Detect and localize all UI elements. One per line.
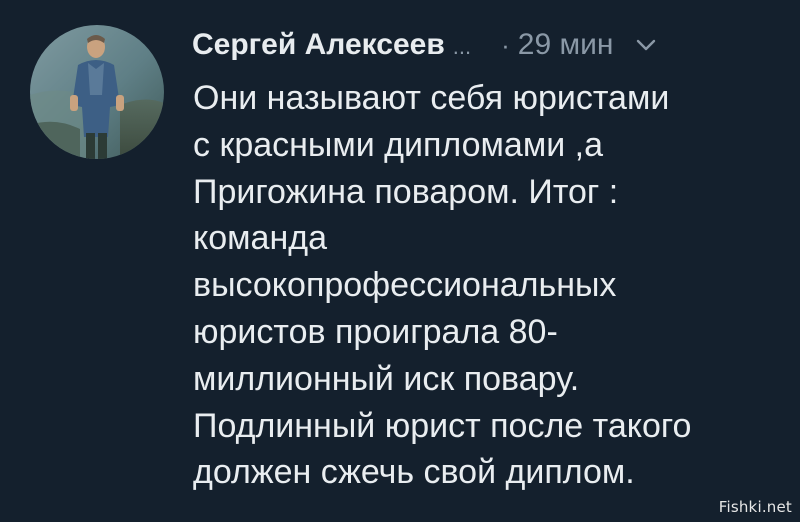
tweet-text-line: юристов проиграла 80-: [193, 312, 558, 351]
author-display-name[interactable]: Сергей Алексеев: [192, 28, 445, 62]
tweet-timestamp[interactable]: 29 мин: [518, 28, 614, 62]
tweet-text-line: Они называют себя юристами: [193, 79, 670, 117]
tweet-text-line: высокопрофессиональных: [193, 266, 617, 305]
tweet-text: Они называют себя юристами с красными ди…: [193, 75, 793, 496]
name-truncation: ...: [452, 34, 472, 59]
time-separator: ·: [501, 29, 510, 60]
avatar-photo: [30, 25, 164, 159]
tweet-text-line: должен сжечь свой диплом.: [193, 453, 635, 492]
chevron-down-icon[interactable]: [635, 34, 657, 56]
tweet-text-line: с красными дипломами ,а: [193, 125, 603, 164]
tweet-header: Сергей Алексеев ... · 29 мин: [192, 23, 782, 67]
tweet-text-line: миллионный иск повару.: [193, 359, 580, 398]
tweet-text-line: Пригожина поваром. Итог :: [193, 172, 619, 211]
tweet: Сергей Алексеев ... · 29 мин Они называю…: [0, 0, 800, 522]
tweet-text-line: команда: [193, 219, 327, 258]
tweet-text-line: Подлинный юрист после такого: [193, 406, 692, 445]
avatar[interactable]: [30, 25, 164, 159]
watermark: Fishki.net: [718, 498, 792, 516]
